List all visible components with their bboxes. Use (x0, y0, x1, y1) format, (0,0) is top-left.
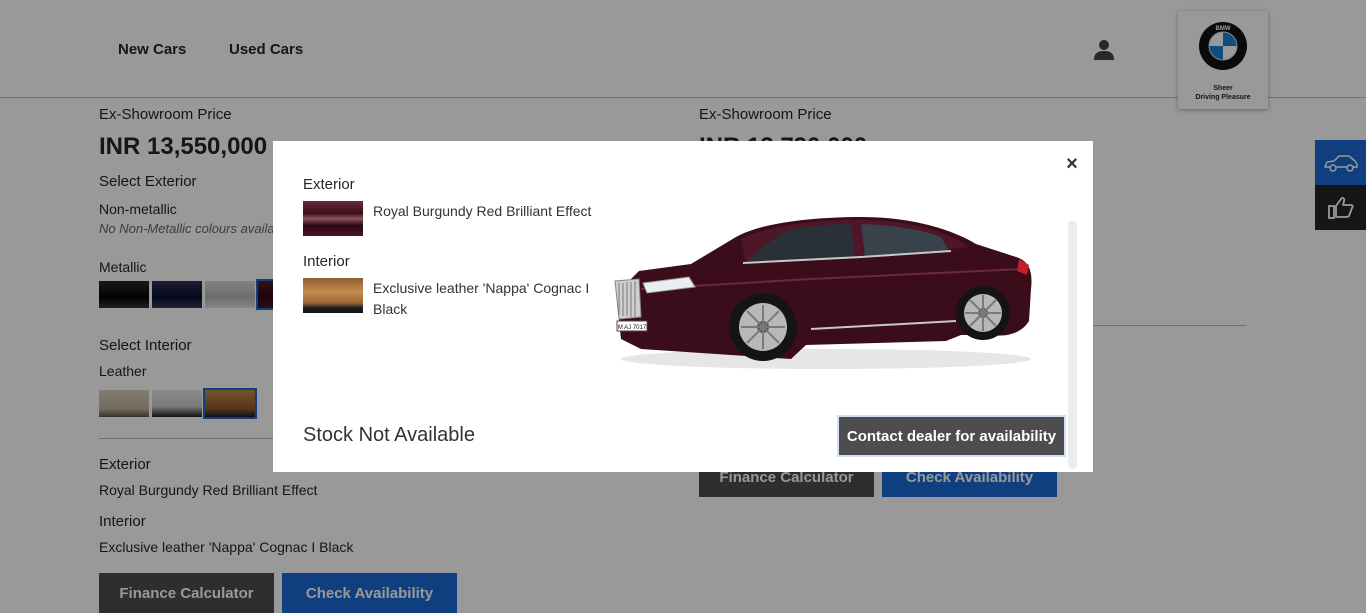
availability-modal: × Exterior Royal Burgundy Red Brilliant … (273, 141, 1093, 472)
modal-exterior-value: Royal Burgundy Red Brilliant Effect (373, 203, 592, 219)
modal-interior-heading: Interior (303, 253, 350, 270)
modal-scrollbar[interactable] (1068, 221, 1077, 469)
contact-dealer-button[interactable]: Contact dealer for availability (837, 415, 1066, 457)
modal-exterior-heading: Exterior (303, 176, 355, 193)
stock-status: Stock Not Available (303, 424, 475, 446)
modal-exterior-swatch (303, 201, 363, 236)
license-plate: M AJ 7017 (618, 325, 647, 331)
car-image: M AJ 7017 (614, 217, 1032, 369)
close-icon[interactable]: × (1062, 154, 1082, 174)
modal-interior-value: Exclusive leather 'Nappa' Cognac I Black (373, 280, 590, 317)
modal-interior-swatch (303, 278, 363, 313)
